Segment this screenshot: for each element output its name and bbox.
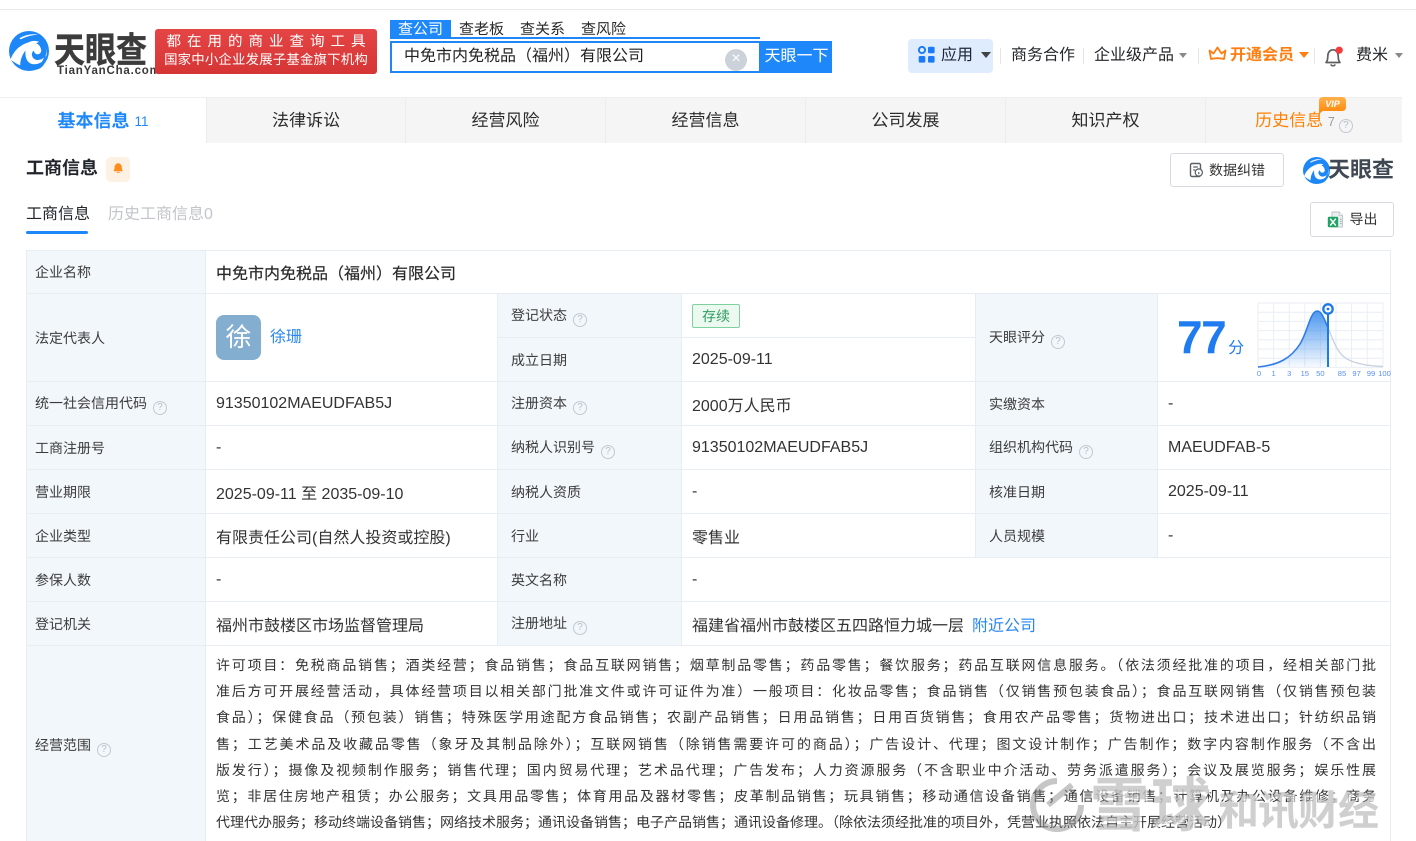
svg-text:99: 99 xyxy=(1367,369,1375,378)
svg-text:3: 3 xyxy=(1287,369,1291,378)
svg-text:85: 85 xyxy=(1338,369,1346,378)
svg-text:97: 97 xyxy=(1352,369,1360,378)
svg-text:100: 100 xyxy=(1378,369,1391,378)
svg-text:50: 50 xyxy=(1316,369,1324,378)
svg-text:0: 0 xyxy=(1257,369,1261,378)
svg-text:15: 15 xyxy=(1301,369,1309,378)
svg-text:1: 1 xyxy=(1271,369,1275,378)
